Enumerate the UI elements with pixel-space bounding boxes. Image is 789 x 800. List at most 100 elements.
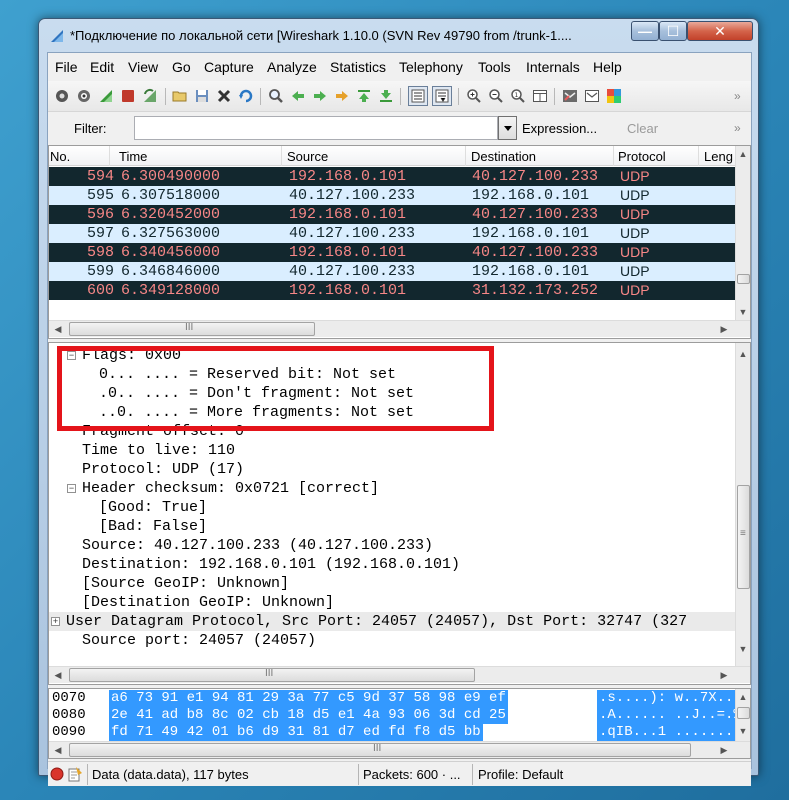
reload-icon[interactable] bbox=[238, 88, 254, 104]
packet-row[interactable]: 597 6.327563000 40.127.100.233 192.168.0… bbox=[49, 224, 737, 243]
title-bar[interactable]: *Подключение по локальной сети [Wireshar… bbox=[39, 19, 758, 51]
filter-input[interactable] bbox=[134, 116, 498, 140]
menu-go[interactable]: Go bbox=[172, 59, 191, 75]
display-filters-icon[interactable] bbox=[584, 88, 600, 104]
scroll-left-icon[interactable]: ◀ bbox=[52, 669, 64, 681]
packet-row[interactable]: 596 6.320452000 192.168.0.101 40.127.100… bbox=[49, 205, 737, 224]
column-divider[interactable] bbox=[698, 146, 699, 166]
column-divider[interactable] bbox=[281, 146, 282, 166]
scroll-down-icon[interactable]: ▼ bbox=[737, 725, 749, 737]
hex-vscroll[interactable]: ▲ ▼ bbox=[735, 689, 750, 741]
expression-button[interactable]: Expression... bbox=[522, 121, 597, 136]
column-header-source[interactable]: Source bbox=[287, 149, 328, 164]
scroll-left-icon[interactable]: ◀ bbox=[52, 744, 64, 756]
zoom-normal-icon[interactable]: 1 bbox=[510, 88, 526, 104]
close-button[interactable]: ✕ bbox=[687, 21, 753, 41]
menu-view[interactable]: View bbox=[128, 59, 158, 75]
packet-list-vscroll[interactable]: ▲ ▼ bbox=[735, 146, 750, 320]
coloring-rules-icon[interactable] bbox=[606, 88, 622, 104]
tree-item[interactable]: [Good: True] bbox=[49, 498, 735, 517]
toolbar-overflow-button[interactable]: » bbox=[734, 89, 741, 103]
tree-item[interactable]: [Destination GeoIP: Unknown] bbox=[49, 593, 735, 612]
menu-capture[interactable]: Capture bbox=[204, 59, 254, 75]
go-back-icon[interactable] bbox=[290, 88, 306, 104]
maximize-button[interactable]: ☐ bbox=[659, 21, 687, 41]
column-header-length[interactable]: Leng bbox=[704, 149, 733, 164]
details-hscroll[interactable]: ◀ III ▶ bbox=[49, 666, 750, 683]
column-divider[interactable] bbox=[613, 146, 614, 166]
capture-options-icon[interactable] bbox=[76, 88, 92, 104]
column-header-protocol[interactable]: Protocol bbox=[618, 149, 666, 164]
expand-icon[interactable]: + bbox=[51, 617, 60, 626]
zoom-in-icon[interactable] bbox=[466, 88, 482, 104]
stop-capture-icon[interactable] bbox=[120, 88, 136, 104]
packet-row[interactable]: 599 6.346846000 40.127.100.233 192.168.0… bbox=[49, 262, 737, 281]
capture-filters-icon[interactable] bbox=[562, 88, 578, 104]
tree-item[interactable]: Protocol: UDP (17) bbox=[49, 460, 735, 479]
scroll-thumb[interactable]: III bbox=[69, 322, 315, 336]
packet-list-hscroll[interactable]: ◀ III ▶ bbox=[49, 320, 750, 337]
menu-edit[interactable]: Edit bbox=[90, 59, 114, 75]
collapse-icon[interactable]: − bbox=[67, 484, 76, 493]
start-capture-icon[interactable] bbox=[98, 88, 114, 104]
scroll-down-icon[interactable]: ▼ bbox=[737, 643, 749, 655]
scroll-right-icon[interactable]: ▶ bbox=[718, 323, 730, 335]
column-header-destination[interactable]: Destination bbox=[471, 149, 536, 164]
restart-capture-icon[interactable] bbox=[142, 88, 158, 104]
menu-file[interactable]: File bbox=[55, 59, 78, 75]
tree-item[interactable]: [Bad: False] bbox=[49, 517, 735, 536]
hex-row[interactable]: 0080 2e 41 ad b8 8c 02 cb 18 d5 e1 4a 93… bbox=[49, 707, 744, 724]
capture-comments-icon[interactable] bbox=[67, 766, 83, 782]
autoscroll-icon[interactable] bbox=[432, 86, 452, 106]
expert-info-error-icon[interactable] bbox=[50, 767, 64, 781]
packet-row[interactable]: 598 6.340456000 192.168.0.101 40.127.100… bbox=[49, 243, 737, 262]
tree-item[interactable]: [Source GeoIP: Unknown] bbox=[49, 574, 735, 593]
column-divider[interactable] bbox=[109, 146, 110, 166]
scroll-left-icon[interactable]: ◀ bbox=[52, 323, 64, 335]
clear-button[interactable]: Clear bbox=[627, 121, 658, 136]
column-divider[interactable] bbox=[465, 146, 466, 166]
details-vscroll[interactable]: ▲ ≡ ▼ bbox=[735, 343, 750, 666]
tree-item[interactable]: Source port: 24057 (24057) bbox=[49, 631, 735, 650]
menu-help[interactable]: Help bbox=[593, 59, 622, 75]
scroll-thumb[interactable]: III bbox=[69, 668, 475, 682]
hex-ascii[interactable]: .A...... ..J..=.% bbox=[597, 707, 744, 724]
scroll-right-icon[interactable]: ▶ bbox=[718, 669, 730, 681]
resize-columns-icon[interactable] bbox=[532, 88, 548, 104]
hex-hscroll[interactable]: ◀ III ▶ bbox=[49, 741, 750, 758]
filter-dropdown-button[interactable] bbox=[498, 116, 517, 140]
scroll-up-icon[interactable]: ▲ bbox=[737, 348, 749, 360]
tree-item-selected[interactable]: + User Datagram Protocol, Src Port: 2405… bbox=[49, 612, 735, 631]
filter-overflow-button[interactable]: » bbox=[734, 121, 741, 135]
menu-tools[interactable]: Tools bbox=[478, 59, 511, 75]
packet-row[interactable]: 600 6.349128000 192.168.0.101 31.132.173… bbox=[49, 281, 737, 300]
colorize-icon[interactable] bbox=[408, 86, 428, 106]
find-packet-icon[interactable] bbox=[268, 88, 284, 104]
minimize-button[interactable]: — bbox=[631, 21, 659, 41]
scroll-right-icon[interactable]: ▶ bbox=[718, 744, 730, 756]
status-profile[interactable]: Profile: Default bbox=[478, 767, 563, 782]
menu-statistics[interactable]: Statistics bbox=[330, 59, 386, 75]
save-file-icon[interactable] bbox=[194, 88, 210, 104]
scroll-thumb[interactable]: III bbox=[69, 743, 691, 757]
tree-item[interactable]: Time to live: 110 bbox=[49, 441, 735, 460]
tree-item[interactable]: Source: 40.127.100.233 (40.127.100.233) bbox=[49, 536, 735, 555]
go-first-icon[interactable] bbox=[356, 88, 372, 104]
go-last-icon[interactable] bbox=[378, 88, 394, 104]
packet-row[interactable]: 594 6.300490000 192.168.0.101 40.127.100… bbox=[49, 167, 737, 186]
tree-item[interactable]: Destination: 192.168.0.101 (192.168.0.10… bbox=[49, 555, 735, 574]
hex-ascii[interactable]: .s....): w..7X.. bbox=[597, 690, 736, 707]
hex-row[interactable]: 0090 fd 71 49 42 01 b6 d9 31 81 d7 ed fd… bbox=[49, 724, 736, 741]
scroll-up-icon[interactable]: ▲ bbox=[737, 148, 749, 160]
scroll-down-icon[interactable]: ▼ bbox=[737, 306, 749, 318]
scroll-thumb[interactable] bbox=[737, 274, 750, 284]
go-to-packet-icon[interactable] bbox=[334, 88, 350, 104]
scroll-thumb[interactable]: ≡ bbox=[737, 485, 750, 589]
menu-internals[interactable]: Internals bbox=[526, 59, 580, 75]
tree-item[interactable]: − Header checksum: 0x0721 [correct] bbox=[49, 479, 735, 498]
hex-bytes[interactable]: 2e 41 ad b8 8c 02 cb 18 d5 e1 4a 93 06 3… bbox=[109, 707, 508, 724]
hex-bytes[interactable]: fd 71 49 42 01 b6 d9 31 81 d7 ed fd f8 d… bbox=[109, 724, 483, 741]
column-header-no[interactable]: No. bbox=[50, 149, 70, 164]
scroll-up-icon[interactable]: ▲ bbox=[737, 691, 749, 703]
scroll-thumb[interactable] bbox=[737, 707, 750, 719]
